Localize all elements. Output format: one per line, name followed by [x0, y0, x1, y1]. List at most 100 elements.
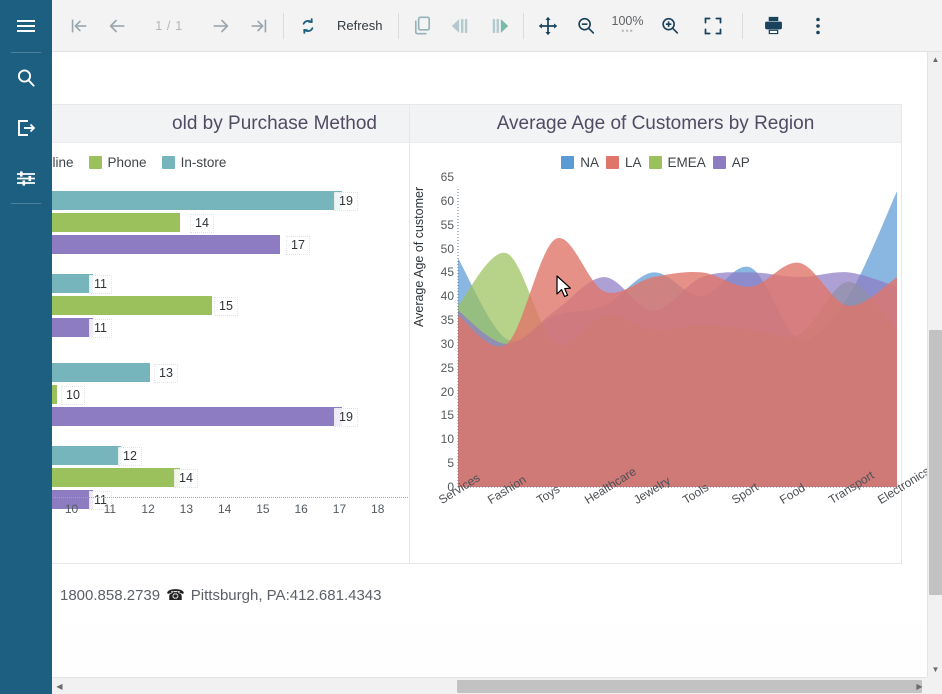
previous-section-button[interactable]	[442, 0, 480, 52]
horizontal-scrollbar[interactable]: ◀ ▶	[52, 677, 927, 694]
legend-label-ap: AP	[731, 154, 750, 170]
more-options-button[interactable]	[799, 0, 837, 52]
fit-page-button[interactable]	[689, 0, 737, 52]
sidebar-item-menu-toggle[interactable]	[0, 0, 52, 52]
bar-chart-header: old by Purchase Method	[52, 105, 428, 143]
bar-row[interactable]: 14	[52, 213, 428, 233]
bar-phone[interactable]	[52, 385, 57, 404]
print-button[interactable]	[748, 0, 799, 52]
pan-button[interactable]	[529, 0, 567, 52]
bar-x-tick: 17	[332, 502, 347, 516]
area-y-tick: 15	[440, 408, 454, 423]
previous-page-button[interactable]	[98, 0, 136, 52]
legend-item-phone[interactable]: Phone	[88, 155, 147, 170]
report-viewer-window: 1 / 1 Refresh 100% ••• old by Purchase M…	[0, 0, 942, 694]
bar-x-tick: 10	[64, 502, 79, 516]
bar-value: 15	[214, 297, 238, 316]
first-page-button[interactable]	[60, 0, 98, 52]
bar-online[interactable]	[52, 318, 93, 337]
scroll-up-icon: ▲	[931, 55, 940, 64]
bar-x-tick: 12	[141, 502, 155, 516]
refresh-label[interactable]: Refresh	[327, 18, 393, 33]
bar-value: 12	[118, 447, 142, 466]
bar-row[interactable]: 11	[52, 274, 428, 294]
toolbar-separator-1	[283, 12, 284, 39]
area-chart-title: Average Age of Customers by Region	[496, 112, 815, 134]
bar-instore[interactable]	[52, 446, 121, 465]
hamburger-icon	[17, 20, 35, 32]
report-page: old by Purchase Method nline Phone In-st…	[52, 58, 927, 624]
legend-item-ap[interactable]: AP	[712, 154, 750, 170]
last-page-icon	[251, 19, 267, 32]
bar-online[interactable]	[52, 407, 342, 426]
scroll-up-button[interactable]: ▲	[928, 52, 942, 67]
area-y-tick: 50	[440, 241, 454, 256]
page-indicator[interactable]: 1 / 1	[136, 18, 202, 33]
toolbar-separator-4	[741, 12, 743, 39]
export-icon	[18, 120, 35, 136]
vertical-scrollbar[interactable]: ▲ ▼	[927, 52, 942, 677]
bar-row[interactable]: 14	[52, 468, 428, 488]
bar-row[interactable]: 15	[52, 296, 428, 316]
sidebar-item-search[interactable]	[0, 53, 52, 103]
bar-row[interactable]: 17	[52, 235, 428, 255]
toolbar-separator-2	[397, 12, 399, 39]
step-forward-icon	[492, 18, 508, 33]
bar-instore[interactable]	[52, 363, 150, 382]
search-icon	[17, 69, 35, 87]
scroll-right-icon: ▶	[916, 681, 923, 691]
bar-value: 17	[286, 236, 310, 255]
legend-swatch-phone	[88, 155, 102, 169]
scroll-down-button[interactable]: ▼	[928, 662, 942, 677]
bar-row[interactable]: 12	[52, 446, 428, 466]
bar-row[interactable]: 19	[52, 191, 428, 211]
fullscreen-icon	[704, 17, 721, 34]
horizontal-scrollbar-thumb[interactable]	[457, 680, 922, 693]
zoom-out-button[interactable]	[567, 0, 605, 52]
zoom-level-selector[interactable]: 100% •••	[605, 14, 651, 37]
area-y-tick: 5	[447, 456, 454, 471]
step-backward-icon	[451, 18, 467, 33]
zoom-in-button[interactable]	[651, 0, 689, 52]
bar-phone[interactable]	[52, 213, 180, 232]
sidebar-item-export[interactable]	[0, 103, 52, 153]
bar-row[interactable]: 11	[52, 318, 428, 338]
bar-value: 10	[61, 386, 85, 405]
bar-x-tick: 13	[179, 502, 194, 516]
area-chart-card: Average Age of Customers by Region NA LA	[409, 104, 927, 564]
bar-row[interactable]: 10	[52, 385, 428, 405]
bar-phone[interactable]	[52, 296, 212, 315]
next-section-button[interactable]	[480, 0, 518, 52]
area-y-tick: 30	[440, 336, 454, 351]
last-page-button[interactable]	[240, 0, 278, 52]
legend-item-emea[interactable]: EMEA	[648, 154, 706, 170]
bar-x-tick: 14	[217, 502, 232, 516]
document-scroll-area[interactable]: old by Purchase Method nline Phone In-st…	[52, 52, 927, 694]
bar-online[interactable]	[52, 235, 280, 254]
legend-swatch-instore	[161, 155, 175, 169]
bar-row[interactable]: 13	[52, 363, 428, 383]
legend-label-emea: EMEA	[667, 154, 706, 170]
scroll-left-button[interactable]: ◀	[52, 678, 67, 694]
legend-item-online[interactable]: nline	[52, 155, 74, 170]
bar-instore[interactable]	[52, 274, 93, 293]
bar-instore[interactable]	[52, 191, 342, 210]
legend-item-la[interactable]: LA	[605, 155, 642, 170]
area-chart-header: Average Age of Customers by Region	[410, 105, 901, 143]
area-chart-plot: Average Age of customer 0 5 10 15 20 25 30 35 40…	[410, 170, 927, 557]
area-y-tick: 45	[440, 265, 454, 280]
sidebar-item-parameters[interactable]	[0, 153, 52, 203]
next-page-button[interactable]	[202, 0, 240, 52]
bar-group-2: 11 15 11	[52, 274, 428, 340]
copy-button[interactable]	[404, 0, 442, 52]
bar-phone[interactable]	[52, 468, 180, 487]
scroll-right-button[interactable]: ▶	[912, 678, 927, 694]
legend-item-instore[interactable]: In-store	[161, 155, 226, 170]
legend-item-na[interactable]: NA	[561, 155, 599, 170]
vertical-scrollbar-thumb[interactable]	[929, 330, 942, 595]
refresh-button[interactable]	[289, 0, 327, 52]
toolbar-separator-3	[522, 12, 524, 39]
copy-icon	[415, 16, 431, 35]
bar-row[interactable]: 19	[52, 407, 428, 427]
report-toolbar: 1 / 1 Refresh 100% •••	[52, 0, 942, 52]
